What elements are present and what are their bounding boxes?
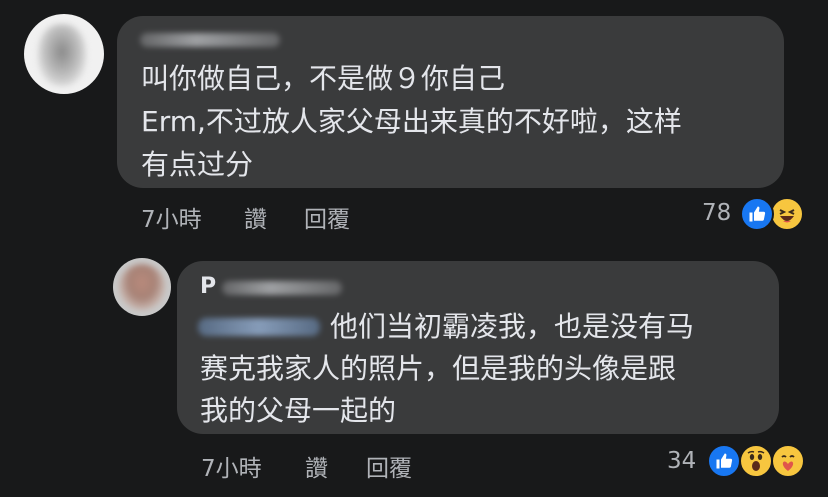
comment-text-line: Erm,不过放人家父母出来真的不好啦，这样 [141, 105, 682, 138]
mention-tag-redacted[interactable] [198, 318, 320, 336]
reaction-count[interactable]: 34 [667, 448, 696, 474]
like-reaction-icon [707, 444, 741, 478]
comment-text-line: 叫你做自己，不是做９你自己 [141, 62, 506, 95]
comment-timestamp[interactable]: 7小時 [141, 200, 202, 234]
comment-text-line: 有点过分 [141, 148, 254, 181]
reply-text-line: 他们当初霸凌我，也是没有马 [330, 310, 695, 343]
reply-author-name-redacted[interactable] [222, 281, 342, 295]
commenter-name-redacted[interactable] [140, 33, 280, 47]
haha-reaction-icon [770, 197, 804, 231]
care-reaction-icon [771, 444, 805, 478]
wow-reaction-icon [739, 444, 773, 478]
reply-author-name[interactable]: P [200, 274, 216, 299]
commenter-avatar[interactable] [24, 14, 104, 94]
like-button[interactable]: 讚 [305, 449, 328, 483]
like-button[interactable]: 讚 [244, 200, 267, 234]
reaction-count[interactable]: 78 [702, 200, 731, 226]
reply-timestamp[interactable]: 7小時 [201, 449, 262, 483]
reply-text-line: 赛克我家人的照片，但是我的头像是跟 [200, 352, 677, 385]
reply-author-avatar[interactable] [113, 258, 171, 316]
reply-button[interactable]: 回覆 [366, 449, 412, 483]
reply-button[interactable]: 回覆 [304, 200, 350, 234]
reply-text-line: 我的父母一起的 [200, 394, 397, 427]
like-reaction-icon [740, 197, 774, 231]
